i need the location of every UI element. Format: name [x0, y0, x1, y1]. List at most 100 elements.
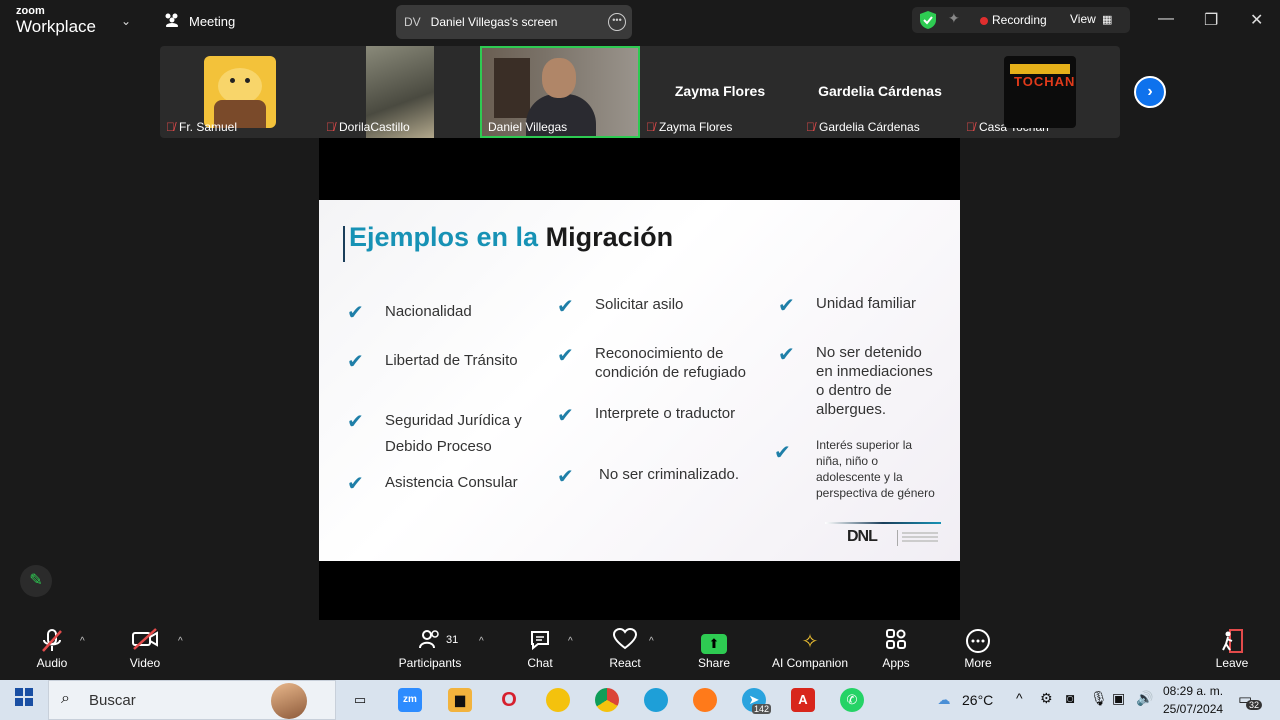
tray-overflow-chevron-icon[interactable]: ^	[1016, 690, 1023, 706]
screen-share-title: Daniel Villegas's screen	[430, 15, 558, 29]
participant-tile[interactable]: 🎙̸ DorilaCastillo	[320, 46, 480, 138]
firefox-icon[interactable]	[693, 688, 717, 712]
check-icon: ✔	[347, 302, 364, 324]
clock-date[interactable]: 25/07/2024	[1163, 702, 1223, 716]
leave-button[interactable]: Leave	[1214, 628, 1250, 676]
whatsapp-icon[interactable]: ✆	[840, 688, 864, 712]
check-icon: ✔	[347, 473, 364, 495]
more-button[interactable]: More	[960, 628, 996, 676]
check-icon: ✔	[557, 296, 574, 318]
chrome-icon[interactable]	[595, 688, 619, 712]
slide-item: No ser criminalizado.	[599, 466, 740, 483]
slide-item: Interprete o traductor	[595, 405, 736, 422]
opera-icon[interactable]: O	[497, 688, 521, 712]
search-highlight-image	[271, 683, 307, 719]
react-options-chevron-icon[interactable]: ^	[649, 636, 654, 647]
chevron-down-icon[interactable]: ⌄	[121, 14, 131, 28]
ai-companion-button[interactable]: ✧ AI Companion	[768, 628, 852, 676]
title-bar: zoom Workplace ⌄ Meeting DV Daniel Ville…	[0, 0, 1280, 44]
close-icon[interactable]: ✕	[1250, 10, 1263, 30]
slide-item: Seguridad Jurídica y	[385, 412, 522, 429]
mic-off-icon: 🎙̸	[966, 120, 975, 134]
chat-label: Chat	[527, 656, 553, 670]
task-view-icon[interactable]: ▭	[348, 688, 372, 712]
participants-options-chevron-icon[interactable]: ^	[479, 636, 484, 647]
slide-item: No ser detenido	[816, 344, 922, 361]
recording-dot-icon	[980, 17, 988, 25]
check-icon: ✔	[347, 351, 364, 373]
share-button[interactable]: ⬆ Share	[696, 628, 732, 676]
participant-tile-active-speaker[interactable]: Daniel Villegas	[480, 46, 640, 138]
minimize-icon[interactable]: —	[1158, 10, 1174, 28]
acrobat-icon[interactable]: A	[791, 688, 815, 712]
volume-icon[interactable]: 🔊	[1136, 690, 1153, 707]
share-screen-icon: ⬆	[696, 628, 732, 656]
video-options-chevron-icon[interactable]: ^	[178, 636, 183, 647]
slide-item: Unidad familiar	[816, 295, 917, 312]
apps-label: Apps	[882, 656, 910, 670]
recording-label[interactable]: Recording	[992, 13, 1047, 27]
audio-options-chevron-icon[interactable]: ^	[80, 636, 85, 647]
slide-item: adolescente y la	[816, 470, 903, 484]
sharer-initials: DV	[404, 15, 421, 29]
avatar	[204, 56, 276, 128]
participant-tile[interactable]: Gardelia Cárdenas 🎙̸ Gardelia Cárdenas	[800, 46, 960, 138]
chat-options-chevron-icon[interactable]: ^	[568, 636, 573, 647]
slide-item: condición de refugiado	[595, 364, 746, 381]
check-icon: ✔	[774, 442, 791, 464]
weather-temp[interactable]: 26°C	[962, 692, 993, 708]
view-button[interactable]: View	[1070, 12, 1096, 26]
chrome-canary-icon[interactable]	[546, 688, 570, 712]
mic-off-icon: 🎙̸	[806, 120, 815, 134]
slide-item: Reconocimiento de	[595, 345, 724, 362]
screen-share-indicator[interactable]: DV Daniel Villegas's screen •••	[396, 5, 632, 39]
weather-icon[interactable]: ☁	[932, 688, 956, 712]
slide-title-blue: Ejemplos en la	[349, 222, 539, 252]
video-label: Video	[129, 656, 161, 670]
meeting-toolbar: Audio ^ Video ^ Participants 31 ^ Chat ^	[0, 620, 1280, 680]
slide-item: Debido Proceso	[385, 438, 492, 455]
title-accent-line	[343, 226, 345, 262]
audio-button[interactable]: Audio	[30, 628, 74, 676]
dnl-logo: DNL	[825, 522, 941, 554]
zoom-app-icon[interactable]: zm	[398, 688, 422, 712]
participant-name: Zayma Flores	[659, 120, 733, 134]
shield-icon[interactable]	[920, 11, 936, 34]
chat-button[interactable]: Chat	[522, 628, 558, 676]
network-settings-icon[interactable]: ⚙	[1040, 690, 1053, 707]
video-button[interactable]: Video	[124, 628, 166, 676]
video-off-icon	[124, 628, 166, 656]
grid-view-icon[interactable]: ▦	[1102, 13, 1112, 26]
next-page-button[interactable]: ›	[1134, 76, 1166, 108]
telegram-badge: 142	[752, 704, 772, 714]
ai-companion-label: AI Companion	[771, 656, 849, 670]
react-button[interactable]: React	[606, 627, 644, 676]
participants-count-badge: 31	[446, 634, 459, 646]
clock-time[interactable]: 08:29 a. m.	[1163, 684, 1223, 698]
zoom-logo[interactable]: zoom Workplace	[16, 6, 96, 36]
camera-tray-icon[interactable]: ◙	[1066, 690, 1074, 706]
participant-tile[interactable]: Zayma Flores 🎙̸ Zayma Flores	[640, 46, 800, 138]
casa-tochan-logo: TOCHAN	[1004, 56, 1076, 128]
react-label: React	[609, 656, 641, 670]
ai-companion-icon: ✧	[801, 631, 819, 653]
notifications-count-badge: 32	[1246, 700, 1263, 710]
check-icon: ✔	[778, 344, 795, 366]
search-icon: ⌕	[61, 690, 70, 707]
taskbar-search-input[interactable]: ⌕ Buscar	[48, 680, 336, 720]
windows-start-icon[interactable]	[12, 688, 36, 712]
restore-icon[interactable]: ❐	[1204, 10, 1218, 30]
ai-sparkle-icon[interactable]: ✦	[948, 10, 960, 27]
more-icon	[960, 628, 996, 656]
microphone-tray-icon[interactable]: 🎙	[1090, 690, 1108, 707]
file-explorer-icon[interactable]: ▆	[448, 688, 472, 712]
participant-tile[interactable]: 🎙̸ Fr. Samuel	[160, 46, 320, 138]
apps-button[interactable]: Apps	[878, 628, 914, 676]
edge-icon[interactable]	[644, 688, 668, 712]
annotate-pencil-button[interactable]: ✎	[20, 565, 52, 597]
wifi-icon[interactable]: ▣	[1112, 690, 1125, 707]
leave-label: Leave	[1215, 656, 1249, 670]
meeting-menu[interactable]: Meeting	[163, 13, 235, 30]
more-options-icon[interactable]: •••	[608, 13, 626, 31]
dnl-logo-text: DNL	[847, 528, 878, 545]
